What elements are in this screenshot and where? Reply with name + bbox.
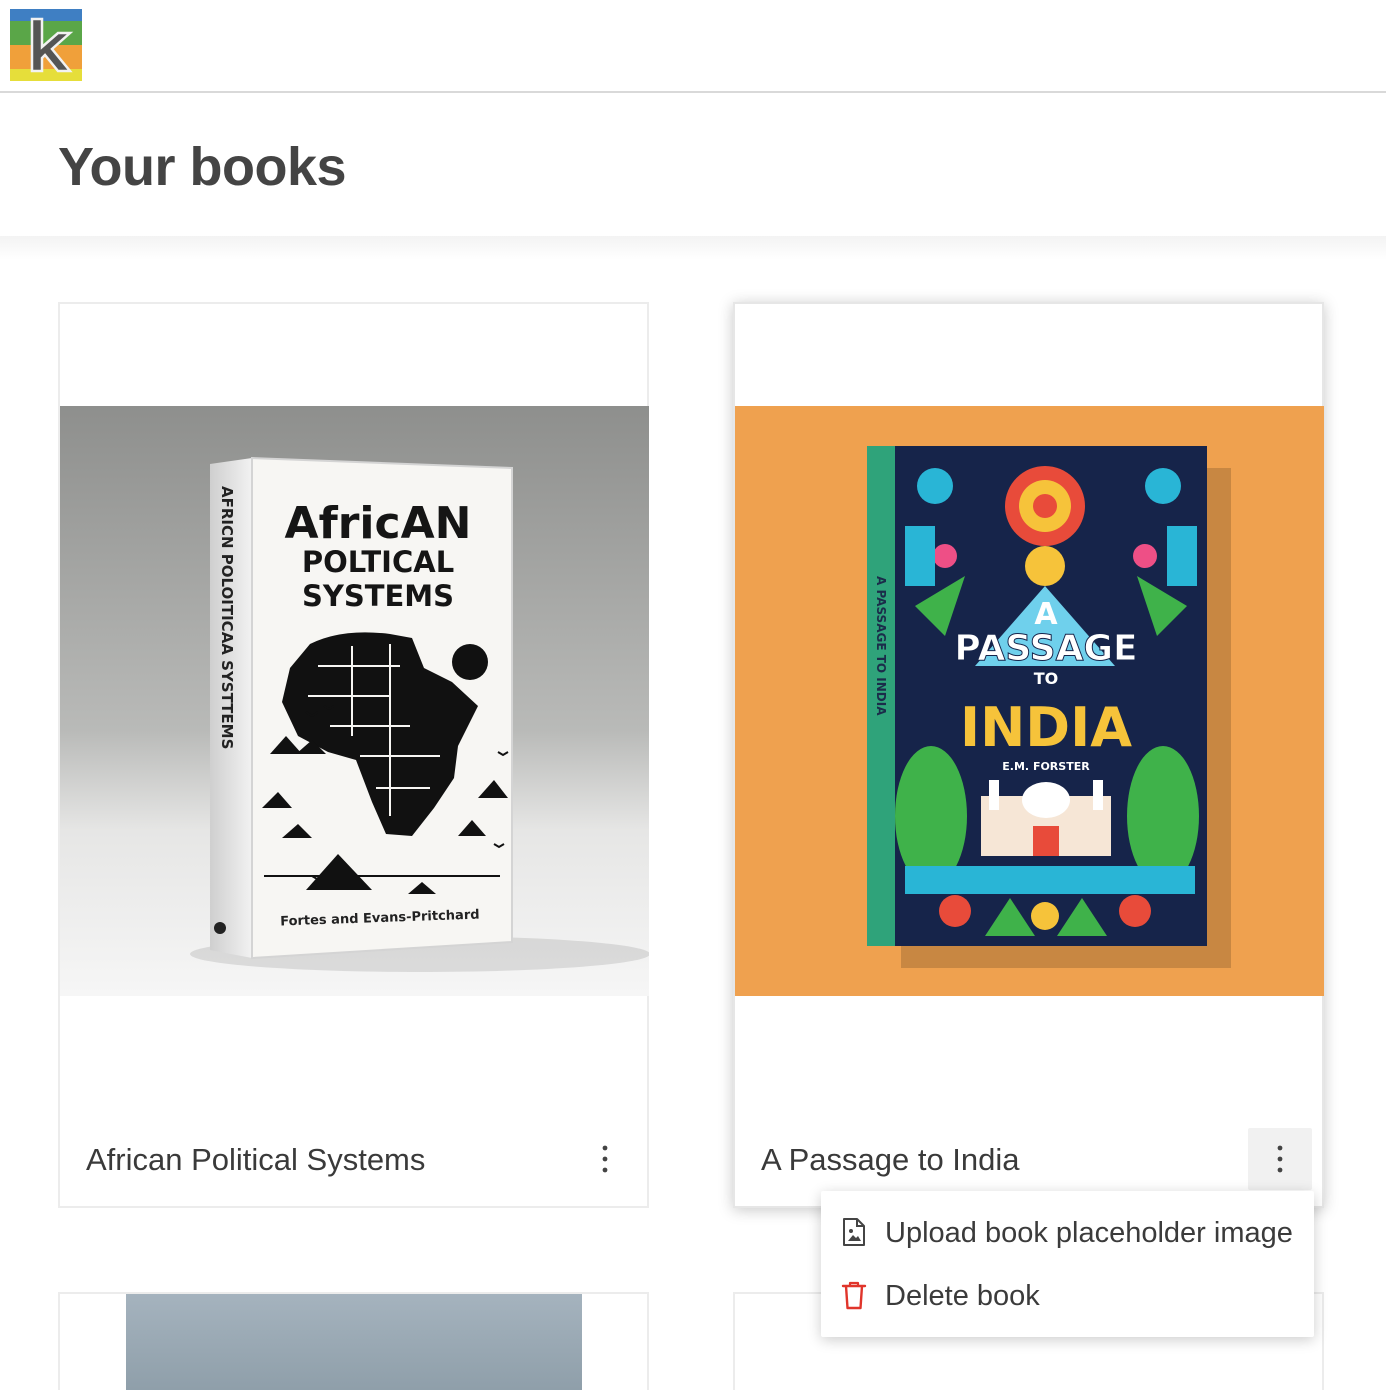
more-vertical-icon [1277,1145,1283,1173]
cover-spine-text: AFRICN POLOITICAA SYSTTEMS [218,486,236,749]
trash-icon [841,1281,867,1310]
book-title[interactable]: A Passage to India [761,1142,1020,1178]
image-file-icon [843,1218,865,1246]
upload-placeholder-image-menu-item[interactable]: Upload book placeholder image [821,1201,1314,1265]
cover-author-text: E.M. FORSTER [1002,760,1090,773]
cover-title-line-2: POLTICAL [302,545,454,579]
cover-title-line-1: AfricAN [285,498,472,549]
book-cover-image[interactable] [126,1294,582,1390]
cover-title-line-4: INDIA [960,696,1132,759]
menu-item-label: Delete book [885,1279,1040,1312]
more-options-button[interactable] [1248,1128,1312,1190]
book-card[interactable] [58,1292,649,1390]
book-card[interactable]: AFRICN POLOITICAA SYSTTEMS AfricAN POLTI… [58,302,649,1208]
more-options-button[interactable] [573,1128,637,1190]
book-cover-image[interactable]: A PASSAGE TO INDIA A PASSAGE TO INDIA E.… [735,406,1324,996]
book-cover-image[interactable]: AFRICN POLOITICAA SYSTTEMS AfricAN POLTI… [60,406,649,996]
cover-title-line-3: SYSTEMS [302,579,454,613]
more-vertical-icon [602,1145,608,1173]
top-bar [0,0,1386,93]
cover-title-line-2: PASSAGE [954,628,1137,669]
page-title: Your books [58,137,347,197]
header-divider [0,236,1386,260]
cover-spine-text: A PASSAGE TO INDIA [874,576,888,716]
cover-title-line-3: TO [1034,669,1059,688]
logo-icon [10,9,82,81]
cover-title-line-1: A [1034,597,1058,632]
book-title[interactable]: African Political Systems [86,1142,425,1178]
app-logo[interactable] [10,9,82,81]
menu-item-label: Upload book placeholder image [885,1216,1293,1249]
book-card[interactable]: A PASSAGE TO INDIA A PASSAGE TO INDIA E.… [733,302,1324,1208]
book-options-menu: Upload book placeholder image Delete boo… [821,1191,1314,1337]
delete-book-menu-item[interactable]: Delete book [821,1264,1314,1328]
